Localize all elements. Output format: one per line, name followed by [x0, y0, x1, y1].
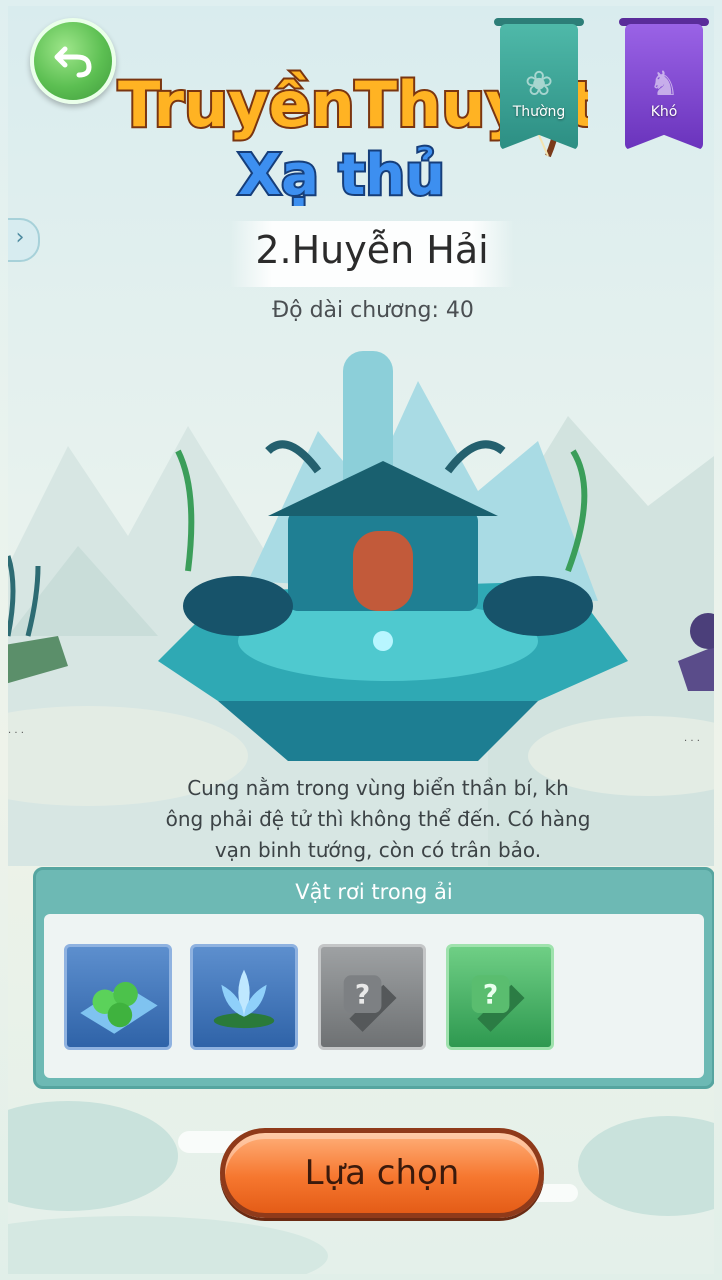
drop-item[interactable]: ?: [318, 944, 426, 1050]
previous-chapter-tab[interactable]: ›: [8, 218, 40, 262]
select-button-label: Lựa chọn: [304, 1153, 460, 1193]
drop-item[interactable]: [190, 944, 298, 1050]
left-island-caption: · · ·: [8, 728, 24, 739]
tab-hard-label: Khó: [650, 104, 678, 120]
blue-lotus-item-icon: [213, 969, 275, 1029]
adjacent-island-left[interactable]: [8, 546, 78, 706]
drops-header: Vật rơi trong ải: [295, 880, 453, 904]
description-line: ông phải đệ tử thì không thể đến. Có hàn…: [165, 807, 591, 831]
right-island-caption: · · ·: [684, 736, 700, 747]
logo-line2: Xạ thủ: [238, 143, 445, 206]
chapter-description: Cung nằm trong vùng biển thần bí, kh ông…: [138, 773, 618, 866]
back-button[interactable]: [30, 18, 116, 104]
description-line: Cung nằm trong vùng biển thần bí, kh: [187, 776, 569, 800]
green-orbs-item-icon: [80, 981, 158, 1034]
description-line: vạn binh tướng, còn có trân bảo.: [214, 838, 542, 862]
unknown-mark: ?: [483, 980, 498, 1011]
unknown-gray-item-icon: ?: [343, 975, 397, 1032]
unknown-green-item-icon: ?: [471, 975, 525, 1032]
drops-list: ? ?: [44, 914, 704, 1078]
adjacent-island-right[interactable]: [668, 601, 714, 701]
select-button[interactable]: Lựa chọn: [220, 1128, 544, 1218]
chapter-title: 2.Huyễn Hải: [255, 228, 489, 272]
tab-normal-label: Thường: [512, 104, 566, 120]
chapter-island-image[interactable]: [118, 341, 648, 771]
unknown-mark: ?: [355, 980, 370, 1011]
fish-emblem-icon: ❀: [524, 64, 554, 104]
chapter-length: Độ dài chương: 40: [272, 298, 474, 323]
drop-item[interactable]: ?: [446, 944, 554, 1050]
drops-panel: Vật rơi trong ải ? ?: [33, 867, 714, 1089]
tab-hard-difficulty[interactable]: ♞ Khó: [619, 6, 709, 156]
back-arrow-icon: [54, 46, 92, 78]
drop-item[interactable]: [64, 944, 172, 1050]
tab-normal-difficulty[interactable]: ❀ Thường: [494, 6, 584, 156]
game-screen: TruyềnThuyết Xạ thủ ❀ Thường ♞ Khó › 2.H…: [8, 6, 714, 1274]
dragon-emblem-icon: ♞: [648, 64, 680, 104]
